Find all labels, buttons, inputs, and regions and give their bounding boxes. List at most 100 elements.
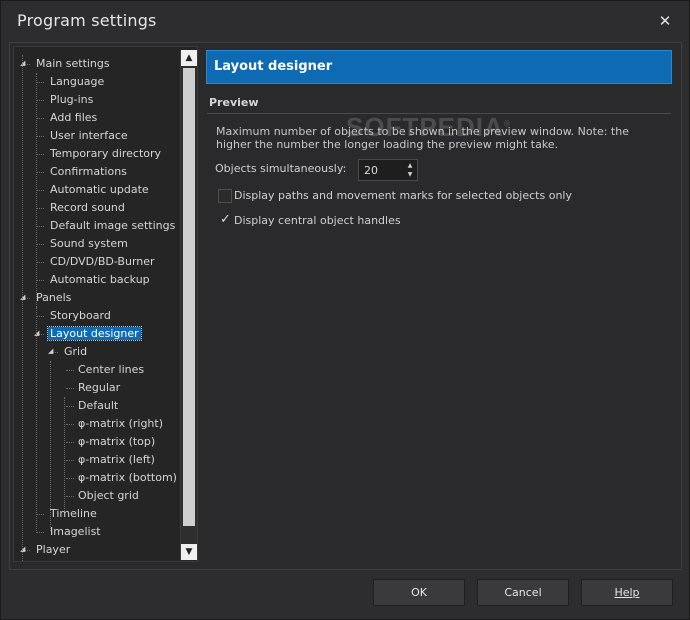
checkmark-icon: ✓ — [220, 212, 231, 227]
preview-description: Maximum number of objects to be shown in… — [216, 125, 629, 151]
tree-item-label: Automatic update — [50, 183, 149, 196]
tree-guide-line — [64, 397, 65, 511]
tree-item[interactable]: Main settings — [34, 55, 112, 72]
tree-item-label: Default — [78, 399, 119, 412]
tree-item[interactable]: Imagelist — [48, 523, 103, 540]
tree-guide-line — [36, 307, 37, 531]
tree-item-label: Record sound — [50, 201, 125, 214]
tree-item-label: Regular — [78, 381, 121, 394]
tree-connector — [66, 370, 74, 371]
tree-item[interactable]: Regular — [76, 379, 122, 396]
tree-connector — [36, 514, 44, 515]
tree-item[interactable]: Layout designer — [47, 325, 142, 342]
tree-item[interactable]: Temporary directory — [48, 145, 163, 162]
tree-item[interactable]: Language — [48, 73, 106, 90]
tree-item[interactable]: Storyboard — [48, 307, 113, 324]
tree-item-label: Temporary directory — [50, 147, 162, 160]
title-bar: Program settings ✕ — [1, 1, 689, 41]
tree-item-label: Sound system — [50, 237, 128, 250]
tree-item-label: Panels — [36, 291, 72, 304]
tree-item-label: Main settings — [36, 57, 110, 70]
central-handles-checkbox[interactable]: ✓ — [218, 212, 232, 228]
tree-item[interactable]: CD/DVD/BD-Burner — [48, 253, 157, 270]
preview-group-title: Preview — [209, 96, 259, 109]
tree-connector — [36, 262, 44, 263]
tree-item-label: Default image settings — [50, 219, 176, 232]
expand-triangle-icon[interactable]: ◢ — [48, 347, 56, 355]
tree-item[interactable]: Record sound — [48, 199, 127, 216]
ok-button[interactable]: OK — [373, 579, 465, 606]
tree-connector — [66, 460, 74, 461]
tree-connector — [66, 388, 74, 389]
tree-item[interactable]: Automatic backup — [48, 271, 152, 288]
objects-simultaneously-stepper: ▲ ▼ — [358, 159, 418, 181]
scroll-down-icon[interactable]: ▼ — [181, 544, 197, 560]
tree-item-label: Add files — [50, 111, 98, 124]
tree-guide-line — [36, 73, 37, 313]
tree-item[interactable]: Default — [76, 397, 120, 414]
tree-connector — [36, 172, 44, 173]
settings-tree[interactable]: Main settings ◢ Language Plug-ins Add files U… — [13, 46, 198, 562]
tree-item-label: CD/DVD/BD-Burner — [50, 255, 155, 268]
tree-item[interactable]: Confirmations — [48, 163, 129, 180]
spin-down-icon[interactable]: ▼ — [405, 170, 415, 179]
tree-guide-line — [50, 361, 51, 531]
tree-item-label: Storyboard — [50, 309, 111, 322]
window-title: Program settings — [17, 11, 157, 30]
section-title: Layout designer — [214, 59, 333, 74]
close-icon[interactable]: ✕ — [655, 11, 675, 31]
scroll-up-icon[interactable]: ▲ — [181, 50, 197, 66]
paths-marks-checkbox[interactable] — [218, 189, 232, 203]
tree-item-label: Automatic backup — [50, 273, 150, 286]
help-button[interactable]: Help — [581, 579, 673, 606]
tree-item-label: Timeline — [50, 507, 97, 520]
tree-connector — [36, 316, 44, 317]
tree-item[interactable]: Default image settings — [48, 217, 177, 234]
objects-simultaneously-input[interactable] — [362, 162, 406, 178]
tree-item[interactable]: User interface — [48, 127, 130, 144]
tree-item-label: Layout designer — [47, 326, 142, 341]
tree-item[interactable]: Center lines — [76, 361, 146, 378]
tree-item-label: Object grid — [78, 489, 139, 502]
tree-item[interactable]: φ-matrix (left) — [76, 451, 157, 468]
tree-item[interactable]: Panels — [34, 289, 73, 306]
tree-item-label: Grid — [64, 345, 88, 358]
tree-connector — [36, 154, 44, 155]
cancel-button[interactable]: Cancel — [477, 579, 569, 606]
tree-item[interactable]: Player — [34, 541, 72, 558]
tree-item[interactable]: Object grid — [76, 487, 141, 504]
tree-scrollbar[interactable]: ▲ ▼ — [180, 50, 197, 560]
tree-item[interactable]: φ-matrix (top) — [76, 433, 157, 450]
tree-item[interactable]: Timeline — [48, 505, 99, 522]
tree-item-label: User interface — [50, 129, 128, 142]
tree-connector — [36, 532, 44, 533]
tree-connector — [66, 424, 74, 425]
paths-marks-label: Display paths and movement marks for sel… — [234, 189, 572, 202]
tree-item-label: Imagelist — [50, 525, 101, 538]
tree-connector — [36, 118, 44, 119]
tree-item[interactable]: φ-matrix (bottom) — [76, 469, 179, 486]
tree-connector — [36, 82, 44, 83]
tree-item[interactable]: φ-matrix (right) — [76, 415, 165, 432]
tree-guide-line — [22, 55, 23, 561]
central-handles-label: Display central object handles — [234, 214, 401, 227]
tree-item-label: Player — [36, 543, 71, 556]
tree-item[interactable]: Add files — [48, 109, 99, 126]
tree-item[interactable]: Automatic update — [48, 181, 151, 198]
tree-item-label: Language — [50, 75, 105, 88]
tree-connector — [66, 478, 74, 479]
tree-connector — [36, 136, 44, 137]
spin-up-icon[interactable]: ▲ — [405, 161, 415, 170]
tree-connector — [36, 100, 44, 101]
tree-item[interactable]: Sound system — [48, 235, 130, 252]
tree-connector — [36, 226, 44, 227]
tree-item-label: φ-matrix (right) — [78, 417, 164, 430]
tree-item[interactable]: Plug-ins — [48, 91, 95, 108]
scroll-thumb[interactable] — [183, 68, 195, 526]
tree-connector — [66, 406, 74, 407]
tree-item-label: φ-matrix (bottom) — [78, 471, 177, 484]
section-header: Layout designer — [206, 50, 672, 84]
tree-item[interactable]: Grid — [62, 343, 89, 360]
tree-connector — [66, 442, 74, 443]
objects-simultaneously-label: Objects simultaneously: — [215, 162, 347, 175]
